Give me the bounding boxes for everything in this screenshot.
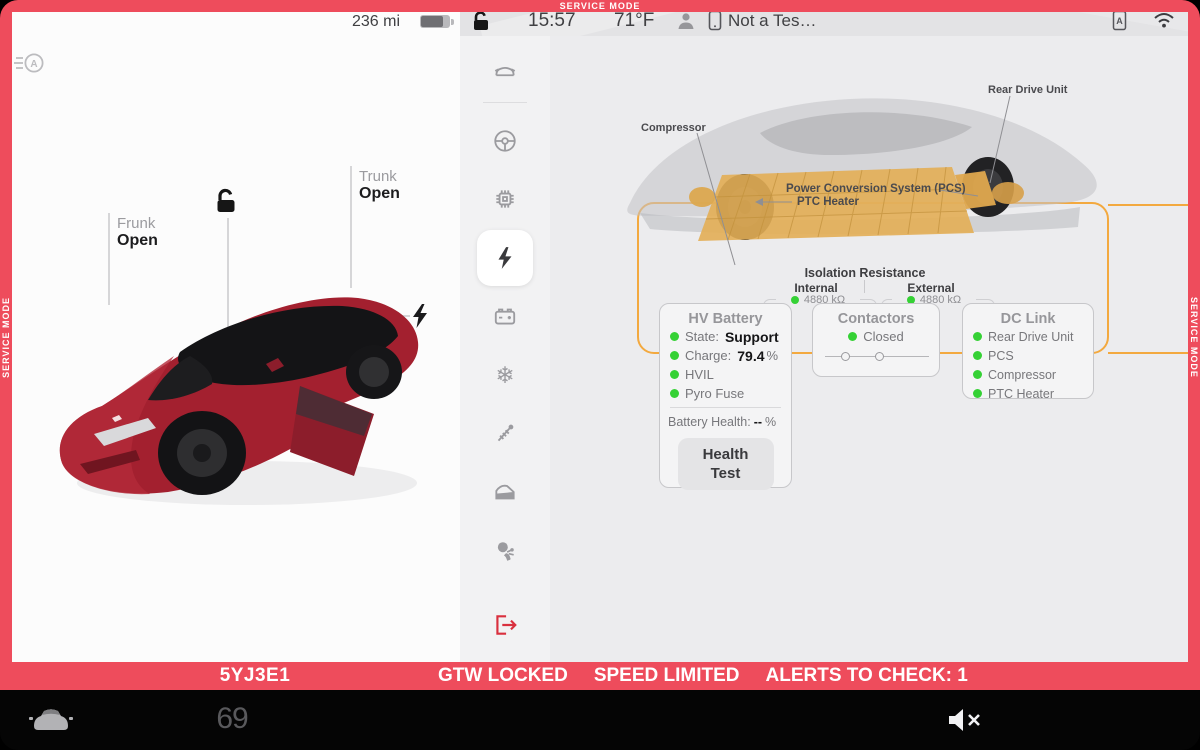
- isolation-internal-label: Internal: [780, 281, 852, 295]
- contactors-state-row: Closed: [813, 327, 939, 346]
- sidebar-tab-high-voltage-icon[interactable]: [492, 245, 518, 271]
- contactor-switch-1: [841, 352, 850, 361]
- battery-range: 236 mi: [352, 13, 400, 31]
- hv-state-row: State:Support: [660, 327, 791, 346]
- isolation-connector-line: [864, 280, 865, 293]
- hv-charge-row: Charge:79.4%: [660, 346, 791, 365]
- isolation-external-label: External: [895, 281, 967, 295]
- cabin-temperature[interactable]: 69: [204, 702, 260, 736]
- hvil-row: HVIL: [660, 365, 791, 384]
- rear-drive-unit-label: Rear Drive Unit: [988, 84, 1067, 96]
- battery-health-row: Battery Health:--%: [660, 412, 791, 431]
- phone-icon: [708, 10, 722, 36]
- service-mode-screen: 236 mi 15:57 71°F Not a Tes… A A Frunk O…: [0, 0, 1200, 750]
- sidebar-tab-suspension-icon[interactable]: [492, 420, 518, 446]
- health-test-button[interactable]: Health Test: [678, 438, 774, 490]
- phone-name[interactable]: Not a Tes…: [728, 11, 817, 31]
- service-mode-banner-left: SERVICE MODE: [0, 12, 12, 662]
- outside-temperature: 71°F: [614, 10, 654, 32]
- isolation-resistance-title: Isolation Resistance: [790, 266, 940, 280]
- exit-service-mode-icon[interactable]: [492, 612, 518, 638]
- trunk-status: Trunk Open: [359, 168, 400, 203]
- hv-battery-card: HV Battery State:Support Charge:79.4% HV…: [659, 303, 792, 488]
- dc-link-card: DC Link Rear Drive Unit PCS Compressor P…: [962, 303, 1094, 399]
- contactors-card: Contactors Closed: [812, 303, 940, 377]
- sidebar-tab-closures-icon[interactable]: [492, 479, 518, 505]
- volume-muted-icon[interactable]: [945, 706, 985, 739]
- taskbar: ‹ 69 › ♪ ••• ★: [0, 690, 1200, 750]
- auto-headlight-icon: A: [13, 50, 47, 83]
- sidebar-tab-chassis-icon[interactable]: [492, 128, 518, 154]
- service-sidebar: [460, 12, 550, 662]
- contactor-switch-2: [875, 352, 884, 361]
- frunk-status: Frunk Open: [117, 215, 158, 250]
- pcs-label: Power Conversion System (PCS): [786, 183, 966, 195]
- sidebar-tab-vehicle-icon[interactable]: [492, 59, 518, 85]
- dc-link-item: PCS: [963, 346, 1093, 365]
- sidebar-tab-electronics-icon[interactable]: [492, 186, 518, 212]
- dc-link-item: Rear Drive Unit: [963, 327, 1093, 346]
- vehicle-unlocked-icon[interactable]: [212, 188, 240, 219]
- battery-icon: [420, 15, 450, 28]
- sidebar-divider: [483, 102, 527, 103]
- sidebar-tab-low-voltage-icon[interactable]: [492, 303, 518, 329]
- pyro-fuse-row: Pyro Fuse: [660, 384, 791, 403]
- hv-battery-title: HV Battery: [660, 304, 791, 327]
- dc-link-item: PTC Heater: [963, 384, 1093, 403]
- hv-components-diagram: [610, 75, 1120, 285]
- service-mode-banner-top: SERVICE MODE: [0, 0, 1200, 12]
- speed-limited-alert: SPEED LIMITED: [594, 665, 740, 687]
- sidebar-tab-safety-icon[interactable]: [492, 538, 518, 564]
- contactors-title: Contactors: [813, 304, 939, 327]
- sidebar-tab-thermal-icon[interactable]: ❄: [492, 362, 518, 388]
- alerts-to-check[interactable]: ALERTS TO CHECK: 1: [766, 665, 968, 687]
- driver-profile-icon[interactable]: [676, 11, 696, 36]
- device-a-icon: A: [1112, 10, 1127, 36]
- ptc-heater-label: PTC Heater: [797, 196, 859, 208]
- vehicle-image: [52, 268, 442, 518]
- wifi-icon: [1152, 11, 1176, 34]
- car-controls-icon[interactable]: [28, 706, 74, 739]
- compressor-label: Compressor: [641, 122, 706, 134]
- service-mode-banner-right: SERVICE MODE: [1188, 12, 1200, 662]
- gtw-locked-alert: GTW LOCKED: [438, 665, 568, 687]
- clock: 15:57: [528, 10, 576, 32]
- unlocked-icon[interactable]: [470, 11, 492, 36]
- svg-text:A: A: [1116, 16, 1123, 26]
- dc-link-title: DC Link: [963, 304, 1093, 327]
- svg-text:A: A: [30, 59, 37, 70]
- vin-short: 5YJ3E1: [180, 662, 330, 690]
- dc-link-item: Compressor: [963, 365, 1093, 384]
- service-alert-bar: 5YJ3E1 GTW LOCKED SPEED LIMITED ALERTS T…: [0, 662, 1200, 690]
